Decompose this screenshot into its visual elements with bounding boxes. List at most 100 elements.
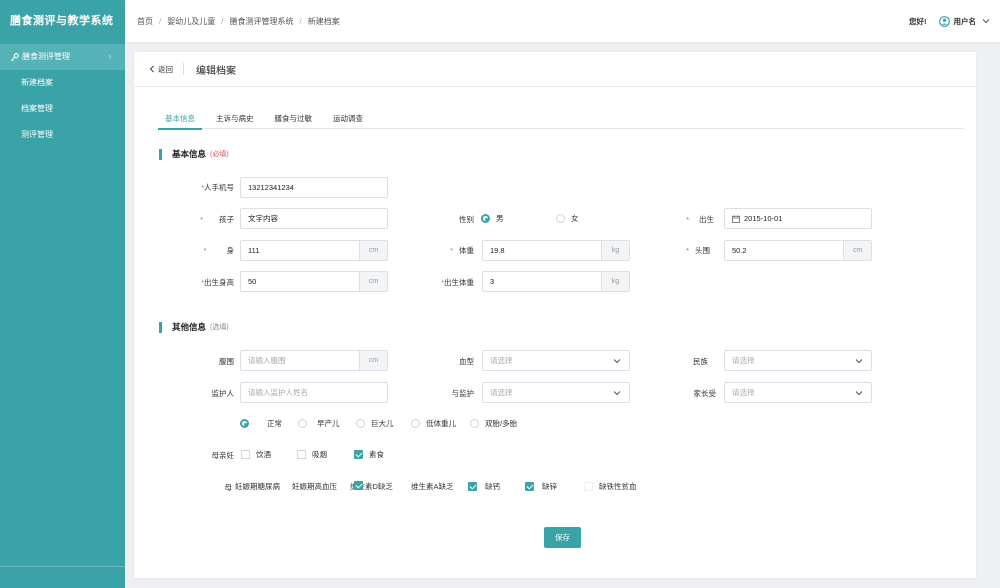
sidebar-item-record-manage[interactable]: 档案管理 [0,96,125,122]
username[interactable]: 用户名 [954,16,977,27]
save-button[interactable]: 保存 [544,527,581,548]
birth-height-label-text: 出生身高 [204,278,234,287]
calcium-deficiency-checkbox[interactable]: 缺钙 [468,481,500,492]
vitamin-d-deficiency-checkbox[interactable]: 维生素D缺乏 [350,481,393,492]
card-header: 返回 编辑档案 [134,52,976,87]
chevron-right-icon: › [108,52,111,61]
gestational-diabetes-checkbox[interactable]: 妊娠期糖尿病 [235,481,280,492]
section-marker [159,148,162,160]
pregnancy-alcohol-checkbox[interactable]: 饮酒 [241,449,271,460]
user-icon[interactable] [938,15,950,27]
phone-input[interactable]: 13212341234 [240,177,388,198]
iron-anemia-checkbox[interactable]: 缺铁性贫血 [584,481,637,492]
sidebar-group-diet-eval[interactable]: 膳食测评管理 › [0,44,125,70]
gender-male-radio[interactable]: 男 [481,213,504,224]
head-label: * 头围 [670,245,710,256]
checkbox-label: 缺锌 [542,482,557,491]
back-button[interactable]: 返回 [148,64,173,75]
birth-type-normal-radio[interactable]: 正常 [240,418,282,429]
chevron-down-icon [613,391,621,396]
page-title: 编辑档案 [196,65,236,77]
height-label-text: 身 [226,246,235,255]
zinc-deficiency-checkbox[interactable]: 缺锌 [525,481,557,492]
checkbox-checked-icon [354,481,363,490]
tab-basic-info[interactable]: 基本信息 [158,111,202,130]
chevron-down-icon [855,391,863,396]
required-note: (必填) [210,151,229,158]
waist-placeholder: 请输入腹围 [248,356,286,365]
breadcrumb-current: 新建档案 [307,16,340,26]
birth-weight-value: 3 [490,277,495,286]
sidebar-item-eval-manage[interactable]: 测评管理 [0,122,125,148]
ethnic-select[interactable]: 请选择 [724,350,872,371]
birth-type-lbw-radio[interactable]: 低体重儿 [411,418,456,429]
birth-type-macrosomia-radio[interactable]: 巨大儿 [356,418,394,429]
chevron-left-icon [149,65,154,73]
head-unit: cm [843,241,871,260]
app-title: 膳食测评与教学系统 [10,15,114,27]
checkbox-label: 妊娠期糖尿病 [235,482,280,491]
checkbox-label: 维生素A缺乏 [411,482,454,491]
blood-type-placeholder: 请选择 [490,356,513,365]
height-input[interactable]: 111 cm [240,240,388,261]
optional-note: (选填) [210,324,229,331]
child-name-input[interactable]: 文字内容 [240,208,388,229]
blood-type-select[interactable]: 请选择 [482,350,630,371]
birth-weight-label: *出生体重 [430,277,474,288]
checkbox-checked-icon [468,482,477,491]
birth-type-label: 低体重儿 [426,419,456,428]
radio-off-icon [470,419,479,428]
guardian-label: 监护人 [211,389,235,398]
breadcrumb-system[interactable]: 膳食测评管理系统 [229,16,293,27]
pregnancy-smoking-checkbox[interactable]: 吸烟 [297,449,327,460]
pregnancy-vegetarian-checkbox[interactable]: 素食 [354,449,384,460]
waist-label: 腹围 [219,357,234,366]
birth-date-value: 2015-10-01 [744,214,783,223]
relation-select[interactable]: 请选择 [482,382,630,403]
tab-bar: 基本信息 主诉与病史 膳食与过敏 运动调查 [158,111,964,130]
tab-complaint-history[interactable]: 主诉与病史 [209,111,261,129]
vitamin-a-deficiency-checkbox[interactable]: 维生素A缺乏 [411,481,462,492]
birth-height-label: *出生身高 [190,277,234,288]
radio-off-icon [556,214,565,223]
checkbox-label: 妊娠期高血压 [292,482,337,491]
guardian-input[interactable]: 请输入监护人姓名 [240,382,388,403]
parent-select[interactable]: 请选择 [724,382,872,403]
weight-input[interactable]: 19.8 kg [482,240,630,261]
tab-exercise-survey[interactable]: 运动调查 [326,111,370,129]
gender-female-radio[interactable]: 女 [556,213,579,224]
gestational-hypertension-checkbox[interactable]: 妊娠期高血压 [292,481,337,492]
checkbox-checked-icon [525,482,534,491]
back-label: 返回 [158,64,173,74]
required-mark: * [686,215,689,224]
sidebar-item-new-record[interactable]: 新建档案 [0,70,125,96]
gender-label: 性别 [459,215,474,224]
radio-off-icon [298,419,307,428]
ethnic-label: 民族 [693,357,708,366]
birth-type-preterm-radio[interactable]: 早产儿 [298,418,340,429]
birth-date-picker[interactable]: 2015-10-01 [724,208,872,229]
breadcrumb: 首页 / 婴幼儿及儿童 / 膳食测评管理系统 / 新建档案 [137,16,340,27]
breadcrumb-home[interactable]: 首页 [137,16,153,27]
required-mark: * [200,215,203,224]
chevron-down-icon[interactable] [982,17,990,25]
height-label: * 身 [194,245,234,256]
birth-weight-input[interactable]: 3 kg [482,271,630,292]
guardian-placeholder: 请输入监护人姓名 [248,388,308,397]
birth-type-label: 双胎/多胎 [485,419,518,428]
head-circumference-input[interactable]: 50.2 cm [724,240,872,261]
birth-type-twins-radio[interactable]: 双胎/多胎 [470,418,517,429]
birth-height-input[interactable]: 50 cm [240,271,388,292]
section-basic-info: 基本信息 (必填) [159,148,229,160]
tab-diet-allergy[interactable]: 膳食与过敏 [268,111,320,129]
waist-input[interactable]: 请输入腹围 cm [240,350,388,371]
breadcrumb-children[interactable]: 婴幼儿及儿童 [167,16,215,27]
phone-label: *人手机号 [194,182,234,193]
chevron-down-icon [613,359,621,364]
relation-label: 与监护 [451,389,475,398]
chevron-down-icon [855,359,863,364]
birth-label-text: 出生 [699,215,714,224]
checkbox-off-icon [297,450,306,459]
birth-type-label: 正常 [267,419,282,428]
head-label-text: 头围 [695,246,710,255]
